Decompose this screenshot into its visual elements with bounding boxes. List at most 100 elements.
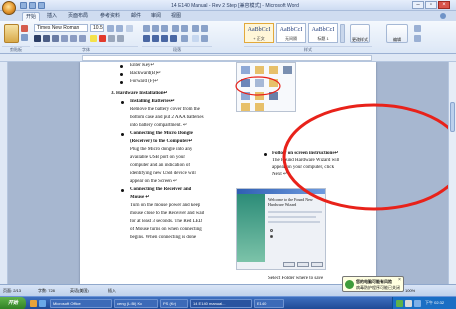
task-button-office[interactable]: Microsoft Office bbox=[50, 299, 112, 308]
show-marks-icon[interactable] bbox=[201, 25, 208, 32]
body-text-line: Remove the battery cover from the bbox=[130, 107, 200, 112]
tab-references[interactable]: 参考资料 bbox=[96, 12, 124, 21]
task-button-ceng[interactable]: ceng (L:Bi) Kc bbox=[114, 299, 158, 308]
align-center-icon[interactable] bbox=[152, 35, 159, 42]
tab-view[interactable]: 视图 bbox=[168, 12, 184, 21]
tray-clock[interactable]: 下午 02:32 bbox=[425, 300, 444, 306]
char-shading-icon[interactable] bbox=[108, 35, 115, 42]
group-paragraph-label: 段落 bbox=[142, 46, 212, 52]
replace-icon[interactable] bbox=[414, 35, 421, 42]
tab-insert[interactable]: 插入 bbox=[44, 12, 60, 21]
bullet-marker bbox=[121, 101, 124, 104]
decrease-indent-icon[interactable] bbox=[172, 25, 179, 32]
file-icon bbox=[283, 66, 292, 74]
align-left-icon[interactable] bbox=[143, 35, 150, 42]
sort-icon[interactable] bbox=[192, 25, 199, 32]
justify-icon[interactable] bbox=[170, 35, 177, 42]
font-name-select[interactable]: Times New Roman bbox=[34, 24, 88, 32]
save-icon[interactable] bbox=[20, 2, 27, 9]
char-border-icon[interactable] bbox=[117, 35, 124, 42]
document-canvas[interactable]: Enter Key↵ Backward(B)↵ Forward (F)↵ 3. Har… bbox=[8, 62, 448, 284]
underline-icon[interactable] bbox=[52, 35, 59, 42]
italic-icon[interactable] bbox=[43, 35, 50, 42]
section-heading: 3. Hardware Installation↵ bbox=[111, 91, 168, 96]
tab-page-layout[interactable]: 页面布局 bbox=[64, 12, 92, 21]
wizard-text-line bbox=[268, 221, 320, 223]
strikethrough-icon[interactable] bbox=[61, 35, 68, 42]
undo-icon[interactable] bbox=[29, 2, 36, 9]
task-button-e140[interactable]: E140 bbox=[254, 299, 284, 308]
status-mode[interactable]: 插入 bbox=[108, 288, 116, 294]
tab-review[interactable]: 审阅 bbox=[148, 12, 164, 21]
font-size-select[interactable]: 10.5 bbox=[90, 24, 104, 32]
find-icon[interactable] bbox=[414, 25, 421, 32]
style-normal[interactable]: AaBbCcI + 正文 bbox=[244, 23, 274, 43]
bold-icon[interactable] bbox=[34, 35, 41, 42]
status-language[interactable]: 英语(美国) bbox=[70, 288, 89, 294]
scrollbar-thumb[interactable] bbox=[450, 102, 455, 132]
bullet-marker bbox=[121, 133, 124, 136]
folder-icon bbox=[255, 103, 264, 111]
status-page[interactable]: 页面: 2/13 bbox=[3, 288, 21, 294]
multilevel-list-icon[interactable] bbox=[161, 25, 168, 32]
edit-button[interactable]: 编辑 bbox=[386, 24, 408, 43]
cut-icon[interactable] bbox=[21, 25, 28, 32]
body-text-line: Backward(B)↵ bbox=[130, 71, 162, 76]
tab-mailings[interactable]: 邮件 bbox=[128, 12, 144, 21]
security-shield-icon bbox=[345, 280, 354, 289]
subscript-icon[interactable] bbox=[70, 35, 77, 42]
wizard-back-button bbox=[283, 262, 295, 267]
line-spacing-icon[interactable] bbox=[181, 35, 188, 42]
bottom-right-text: Select Folder where to save bbox=[268, 276, 324, 281]
horizontal-ruler[interactable] bbox=[0, 54, 456, 62]
task-button-ps[interactable]: PS (Kr) bbox=[160, 299, 188, 308]
quicklaunch-desktop-icon[interactable] bbox=[39, 300, 46, 307]
paste-button[interactable] bbox=[4, 24, 19, 43]
style-heading-1[interactable]: AaBbCcI 标题 1 bbox=[308, 23, 338, 43]
start-button[interactable]: 开始 bbox=[0, 297, 26, 309]
shading-icon[interactable] bbox=[192, 35, 199, 42]
increase-indent-icon[interactable] bbox=[181, 25, 188, 32]
folder-icon bbox=[255, 66, 264, 74]
tray-security-icon[interactable] bbox=[396, 300, 403, 307]
styles-more-icon[interactable] bbox=[340, 24, 345, 43]
bullets-icon[interactable] bbox=[143, 25, 150, 32]
highlight-icon[interactable] bbox=[90, 35, 97, 42]
style-no-spacing-name: 无间隔 bbox=[285, 36, 297, 41]
numbering-icon[interactable] bbox=[152, 25, 159, 32]
maximize-button[interactable]: ▫ bbox=[425, 1, 437, 9]
notification-balloon[interactable]: 您的电脑可能有风险 病毒防护程序可能已关闭 × bbox=[342, 276, 404, 292]
grow-font-icon[interactable] bbox=[107, 25, 114, 32]
shrink-font-icon[interactable] bbox=[116, 25, 123, 32]
body-text-line: begins. When connecting is done bbox=[130, 235, 197, 240]
task-button-manual[interactable]: 14 E140 manual... bbox=[190, 299, 252, 308]
body-text-line: identifying new USB device will bbox=[130, 171, 196, 176]
subsection-heading: Installing Batteries↵ bbox=[130, 99, 175, 104]
vertical-ruler[interactable] bbox=[0, 62, 8, 284]
tray-volume-icon[interactable] bbox=[405, 300, 412, 307]
clear-format-icon[interactable] bbox=[126, 25, 133, 32]
superscript-icon[interactable] bbox=[79, 35, 86, 42]
minimize-button[interactable]: – bbox=[412, 1, 424, 9]
office-button[interactable] bbox=[2, 1, 16, 15]
ribbon-tabs: 开始 插入 页面布局 参考资料 邮件 审阅 视图 bbox=[0, 11, 456, 21]
help-icon[interactable] bbox=[440, 13, 446, 19]
style-no-spacing-preview: AaBbCcI bbox=[279, 27, 303, 33]
wizard-radio bbox=[270, 235, 273, 238]
tray-network-icon[interactable] bbox=[414, 300, 421, 307]
tab-home[interactable]: 开始 bbox=[22, 12, 40, 21]
borders-icon[interactable] bbox=[201, 35, 208, 42]
change-styles-button[interactable]: 更改样式 bbox=[350, 24, 370, 43]
redo-icon[interactable] bbox=[38, 2, 45, 9]
balloon-close-icon[interactable]: × bbox=[398, 278, 401, 283]
zoom-level[interactable]: 100% bbox=[405, 288, 415, 294]
close-button[interactable]: × bbox=[438, 1, 450, 9]
align-right-icon[interactable] bbox=[161, 35, 168, 42]
font-color-icon[interactable] bbox=[99, 35, 106, 42]
style-no-spacing[interactable]: AaBbCcI 无间隔 bbox=[276, 23, 306, 43]
copy-icon[interactable] bbox=[21, 34, 28, 41]
quicklaunch-ie-icon[interactable] bbox=[30, 300, 37, 307]
style-normal-name: + 正文 bbox=[253, 36, 265, 41]
vertical-scrollbar[interactable] bbox=[448, 62, 456, 284]
status-words[interactable]: 字数: 728 bbox=[38, 288, 55, 294]
